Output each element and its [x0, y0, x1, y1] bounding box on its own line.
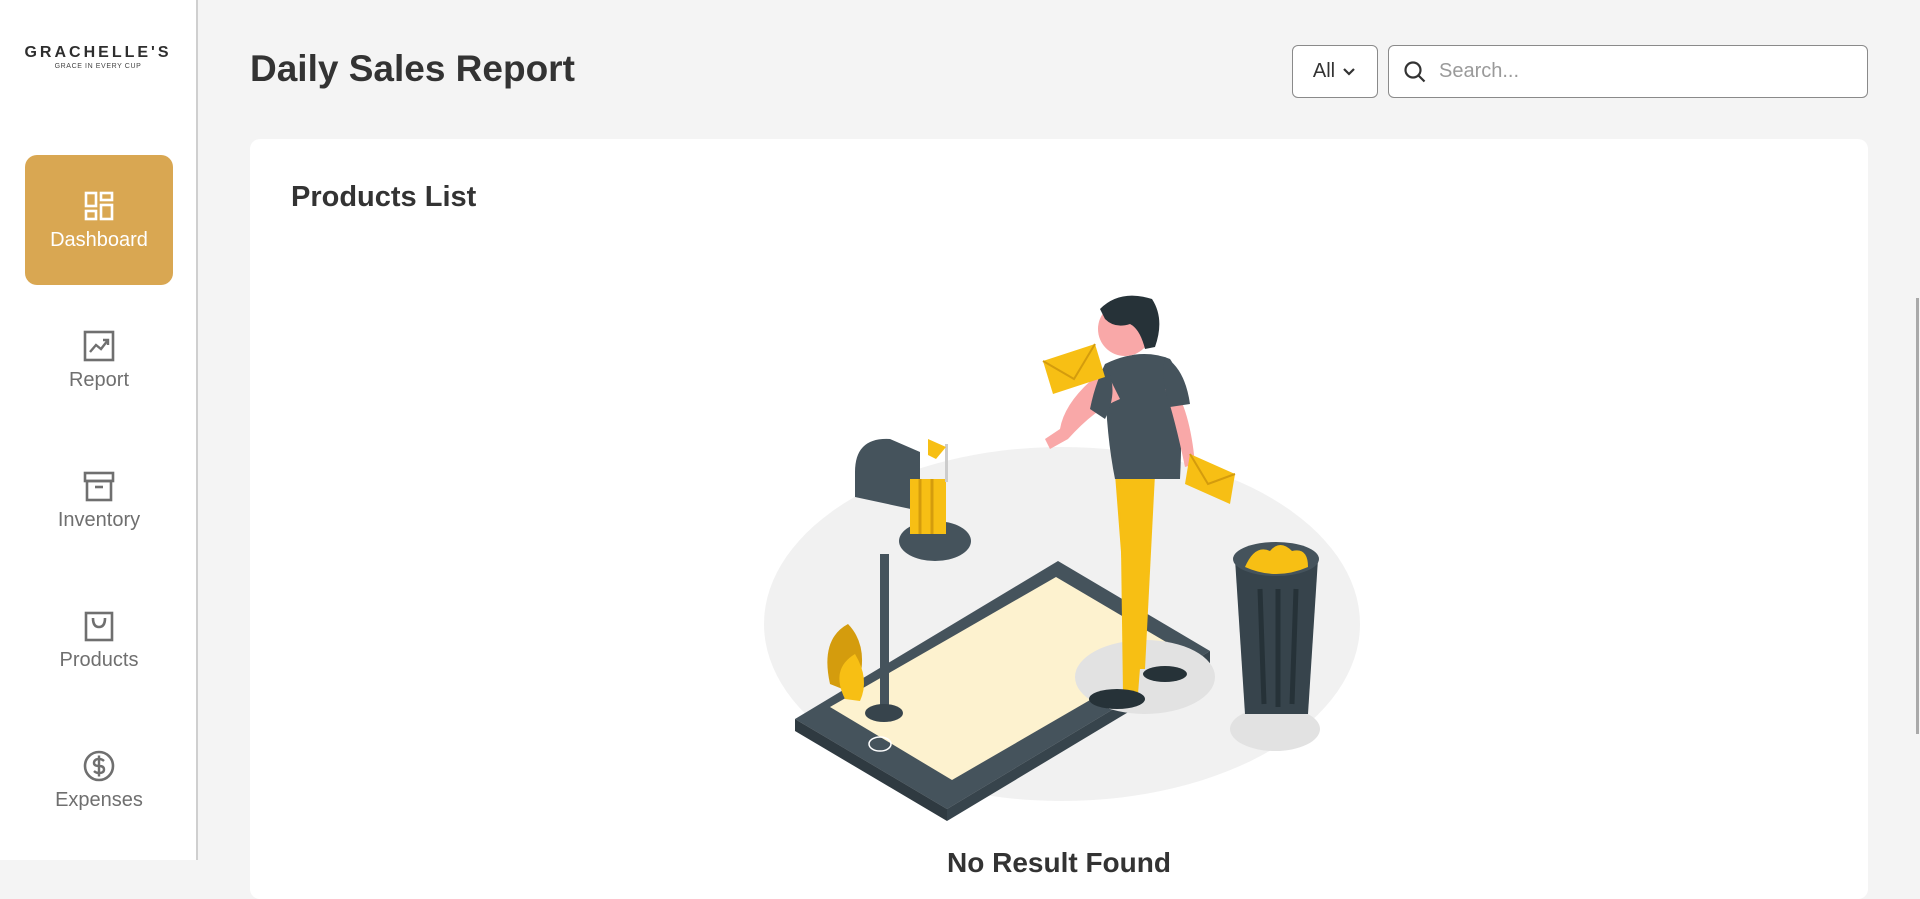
scrollbar[interactable] [1916, 298, 1919, 734]
products-icon [84, 611, 114, 641]
filter-dropdown[interactable]: All [1292, 45, 1378, 98]
sidebar-item-label: Expenses [55, 788, 143, 811]
search-icon [1404, 60, 1426, 82]
sidebar-item-report[interactable]: Report [25, 295, 173, 425]
dashboard-icon [84, 191, 114, 220]
sidebar-item-label: Inventory [57, 508, 141, 531]
sidebar-item-label: Products [59, 648, 139, 671]
empty-state-illustration [764, 295, 1360, 821]
sidebar-item-inventory[interactable]: Inventory [25, 435, 173, 565]
search-input[interactable] [1437, 59, 1837, 84]
chevron-down-icon [1343, 67, 1355, 76]
report-icon [83, 330, 115, 361]
search-box[interactable] [1388, 45, 1868, 98]
page-title: Daily Sales Report [250, 48, 575, 89]
sidebar-item-dashboard[interactable]: Dashboard [25, 155, 173, 285]
sidebar: GRACHELLE'S GRACE IN EVERY CUP Dashboard… [0, 0, 198, 860]
sidebar-item-products[interactable]: Products [25, 575, 173, 705]
empty-state-message: No Result Found [947, 847, 1171, 878]
sidebar-nav: Dashboard Report Inventory Products Expe… [25, 155, 173, 855]
products-list-card: Products List No Result Found [250, 139, 1868, 899]
sidebar-item-label: Report [68, 368, 130, 391]
brand-logo[interactable]: GRACHELLE'S GRACE IN EVERY CUP [0, 44, 196, 70]
filter-value: All [1312, 60, 1336, 82]
brand-name: GRACHELLE'S [24, 44, 172, 61]
expenses-icon [83, 750, 115, 781]
brand-tagline: GRACE IN EVERY CUP [54, 63, 142, 70]
card-title: Products List [291, 181, 477, 213]
sidebar-item-label: Dashboard [50, 228, 148, 251]
sidebar-item-expenses[interactable]: Expenses [25, 715, 173, 845]
inventory-icon [83, 471, 115, 501]
